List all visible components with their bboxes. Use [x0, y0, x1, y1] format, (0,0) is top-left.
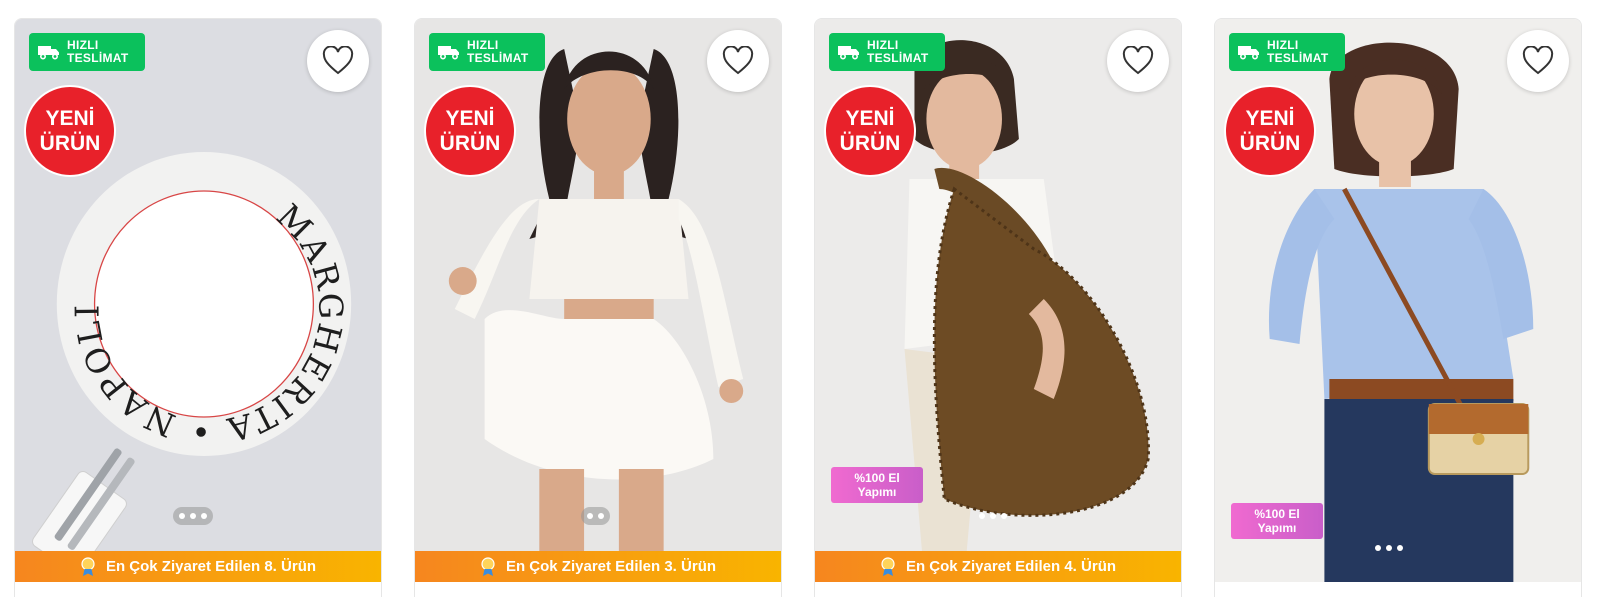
- fast-delivery-line2: TESLİMAT: [867, 51, 929, 65]
- truck-icon: [838, 46, 859, 60]
- favorite-button[interactable]: [707, 30, 769, 92]
- fast-delivery-line2: TESLİMAT: [67, 51, 129, 65]
- truck-icon: [38, 46, 59, 60]
- fast-delivery-line2: TESLİMAT: [467, 51, 529, 65]
- favorite-button[interactable]: [1107, 30, 1169, 92]
- handmade-line2: Yapımı: [1257, 521, 1297, 535]
- new-badge-line2: ÜRÜN: [1239, 132, 1301, 155]
- new-badge-line2: ÜRÜN: [439, 132, 501, 155]
- most-visited-ribbon: En Çok Ziyaret Edilen 3. Ürün: [415, 551, 781, 582]
- most-visited-ribbon: En Çok Ziyaret Edilen 8. Ürün: [15, 551, 381, 582]
- pagination-dot[interactable]: [979, 513, 985, 519]
- handmade-line1: %100 El: [854, 471, 900, 485]
- truck-icon: [1238, 46, 1259, 60]
- ribbon-text: En Çok Ziyaret Edilen 8. Ürün: [105, 558, 317, 575]
- pagination-dot[interactable]: [598, 513, 604, 519]
- new-product-badge: YENİ ÜRÜN: [1224, 85, 1316, 177]
- new-badge-line2: ÜRÜN: [39, 132, 101, 155]
- ribbon-text: En Çok Ziyaret Edilen 3. Ürün: [505, 558, 717, 575]
- new-badge-line1: YENİ: [445, 107, 495, 130]
- pagination-dot[interactable]: [587, 513, 593, 519]
- product-card[interactable]: HIZLI TESLİMAT YENİ ÜRÜN %100 El Yapımı …: [814, 18, 1182, 597]
- heart-outline-icon: [1122, 46, 1154, 75]
- medal-icon: [481, 556, 495, 576]
- pagination-dot[interactable]: [1001, 513, 1007, 519]
- pagination-dot[interactable]: [190, 513, 196, 519]
- product-card[interactable]: HIZLI TESLİMAT YENİ ÜRÜN En Çok Ziyaret …: [414, 18, 782, 597]
- new-product-badge: YENİ ÜRÜN: [24, 85, 116, 177]
- medal-icon: [881, 556, 895, 576]
- image-pagination[interactable]: [173, 507, 213, 525]
- product-card[interactable]: MARGHERITA • NAPOLI • PEPPERONI • HIZLI …: [14, 18, 382, 597]
- fast-delivery-badge: HIZLI TESLİMAT: [429, 33, 545, 71]
- heart-outline-icon: [322, 46, 354, 75]
- pagination-dot[interactable]: [1386, 545, 1392, 551]
- new-badge-line2: ÜRÜN: [839, 132, 901, 155]
- handmade-badge: %100 El Yapımı: [1231, 503, 1323, 539]
- pagination-dot[interactable]: [201, 513, 207, 519]
- fast-delivery-badge: HIZLI TESLİMAT: [829, 33, 945, 71]
- heart-outline-icon: [722, 46, 754, 75]
- fast-delivery-line2: TESLİMAT: [1267, 51, 1329, 65]
- fast-delivery-badge: HIZLI TESLİMAT: [1229, 33, 1345, 71]
- handmade-line2: Yapımı: [857, 485, 897, 499]
- medal-icon: [81, 556, 95, 576]
- favorite-button[interactable]: [307, 30, 369, 92]
- pagination-dot[interactable]: [1375, 545, 1381, 551]
- handmade-badge: %100 El Yapımı: [831, 467, 923, 503]
- image-pagination[interactable]: [973, 507, 1013, 525]
- truck-icon: [438, 46, 459, 60]
- new-badge-line1: YENİ: [45, 107, 95, 130]
- new-product-badge: YENİ ÜRÜN: [824, 85, 916, 177]
- heart-outline-icon: [1522, 46, 1554, 75]
- image-pagination[interactable]: [1369, 539, 1409, 557]
- product-card[interactable]: HIZLI TESLİMAT YENİ ÜRÜN %100 El Yapımı: [1214, 18, 1582, 597]
- new-badge-line1: YENİ: [1245, 107, 1295, 130]
- pagination-dot[interactable]: [179, 513, 185, 519]
- favorite-button[interactable]: [1507, 30, 1569, 92]
- most-visited-ribbon: En Çok Ziyaret Edilen 4. Ürün: [815, 551, 1181, 582]
- image-pagination[interactable]: [581, 507, 610, 525]
- pagination-dot[interactable]: [1397, 545, 1403, 551]
- handmade-line1: %100 El: [1254, 507, 1300, 521]
- new-badge-line1: YENİ: [845, 107, 895, 130]
- pagination-dot[interactable]: [990, 513, 996, 519]
- fast-delivery-badge: HIZLI TESLİMAT: [29, 33, 145, 71]
- new-product-badge: YENİ ÜRÜN: [424, 85, 516, 177]
- ribbon-text: En Çok Ziyaret Edilen 4. Ürün: [905, 558, 1117, 575]
